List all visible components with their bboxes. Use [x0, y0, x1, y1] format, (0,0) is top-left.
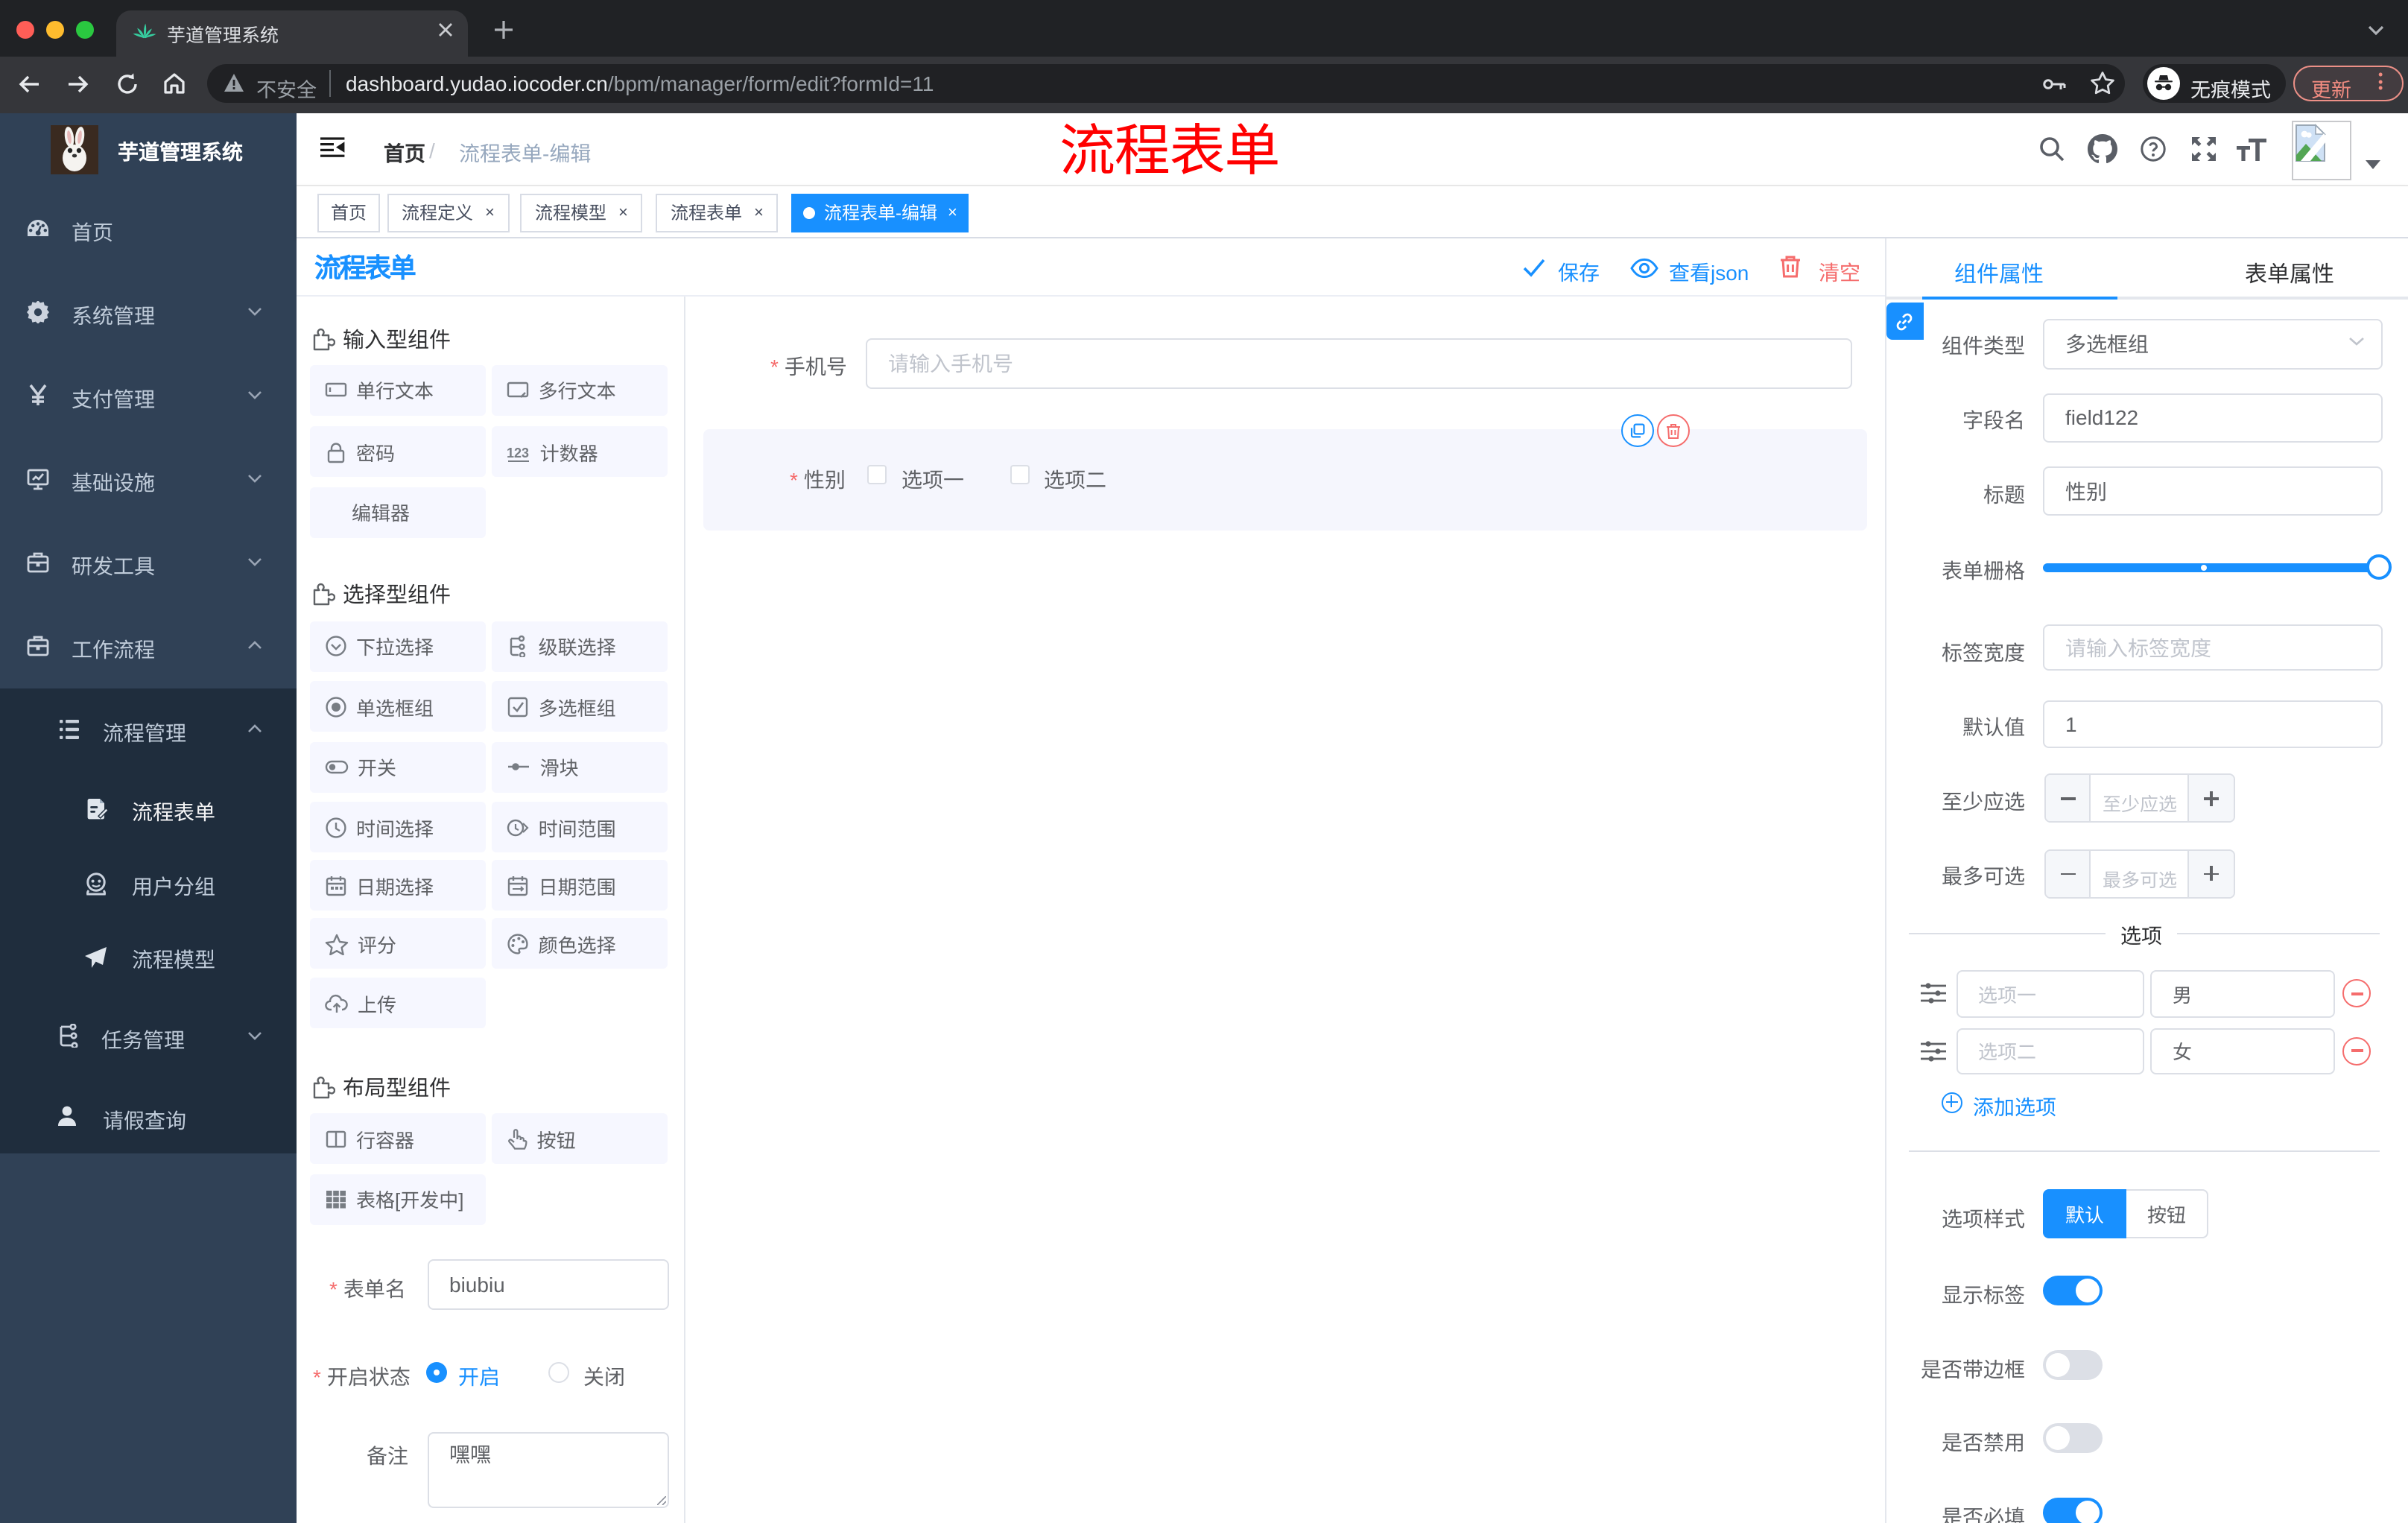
svg-text:123: 123: [507, 445, 530, 460]
